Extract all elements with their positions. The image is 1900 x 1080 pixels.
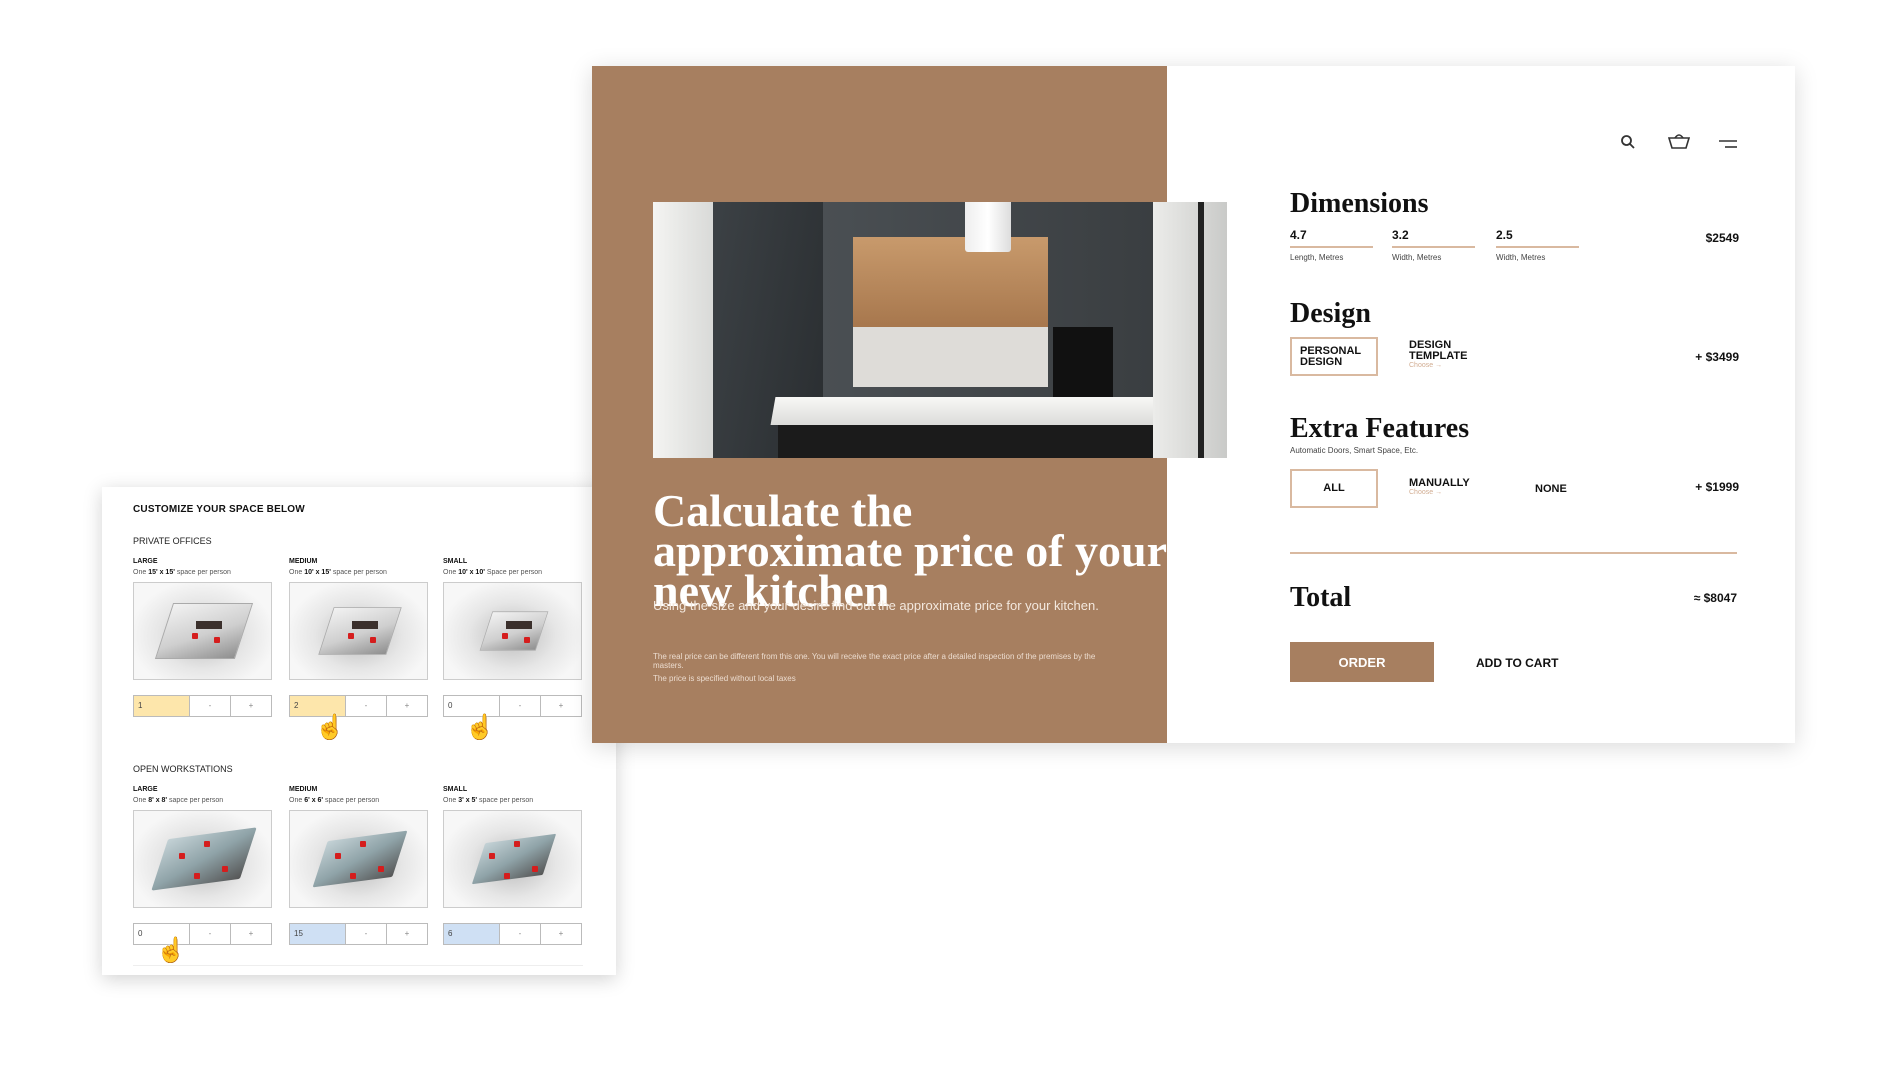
increment-button[interactable]: + xyxy=(540,924,581,944)
hand-cursor-icon: ☝ xyxy=(315,714,345,741)
size-label: LARGE xyxy=(133,558,158,565)
extras-heading: Extra Features xyxy=(1290,413,1470,444)
input-underline xyxy=(1496,246,1579,248)
design-heading: Design xyxy=(1290,298,1371,329)
dimension-label: Length, Metres xyxy=(1290,253,1344,262)
decrement-button[interactable]: - xyxy=(500,696,540,716)
decrement-button[interactable]: - xyxy=(190,696,230,716)
quantity-input[interactable]: 6 xyxy=(444,924,500,944)
size-label: MEDIUM xyxy=(289,786,318,793)
layout-thumbnail[interactable] xyxy=(443,810,582,908)
search-icon[interactable] xyxy=(1620,134,1636,150)
size-label: LARGE xyxy=(133,786,158,793)
quantity-input[interactable]: 1 xyxy=(134,696,190,716)
dimension-field[interactable]: 4.7 Length, Metres xyxy=(1290,228,1373,262)
input-underline xyxy=(1392,246,1475,248)
price-disclaimer: The real price can be different from thi… xyxy=(653,652,1096,670)
dimensions-price: $2549 xyxy=(1705,231,1739,245)
quantity-input[interactable]: 0 xyxy=(444,696,500,716)
kitchen-calculator-card: Calculate the approximate price of your … xyxy=(592,66,1795,743)
design-price: + $3499 xyxy=(1695,350,1739,364)
extras-price: + $1999 xyxy=(1695,480,1739,494)
hand-cursor-icon: ☝ xyxy=(465,714,495,741)
quantity-stepper: 6 - + xyxy=(443,923,582,945)
option-label: MANUALLY xyxy=(1409,477,1470,489)
layout-thumbnail[interactable] xyxy=(289,582,428,680)
layout-thumbnail[interactable] xyxy=(443,582,582,680)
customizer-title: CUSTOMIZE YOUR SPACE BELOW xyxy=(133,504,305,515)
quantity-input[interactable]: 15 xyxy=(290,924,346,944)
divider xyxy=(133,965,583,966)
dimension-input[interactable]: 2.5 xyxy=(1496,228,1579,242)
quantity-stepper: 15 - + xyxy=(289,923,428,945)
decrement-button[interactable]: - xyxy=(346,696,386,716)
decrement-button[interactable]: - xyxy=(346,924,386,944)
size-description: One 10' x 15' space per person xyxy=(289,569,387,576)
quantity-stepper: 0 - + xyxy=(133,923,272,945)
divider xyxy=(1290,552,1737,554)
hand-cursor-icon: ☝ xyxy=(156,937,186,964)
dimension-input[interactable]: 4.7 xyxy=(1290,228,1373,242)
choose-link[interactable]: Choose → xyxy=(1409,362,1479,369)
add-to-cart-button[interactable]: ADD TO CART xyxy=(1476,656,1558,670)
size-label: MEDIUM xyxy=(289,558,318,565)
total-label: Total xyxy=(1290,582,1352,613)
basket-icon[interactable] xyxy=(1667,132,1691,150)
space-customizer-card: CUSTOMIZE YOUR SPACE BELOW PRIVATE OFFIC… xyxy=(102,487,616,975)
increment-button[interactable]: + xyxy=(386,924,427,944)
extras-option-all[interactable]: ALL xyxy=(1290,469,1378,508)
kitchen-photo xyxy=(653,202,1227,458)
option-label: DESIGN TEMPLATE xyxy=(1409,339,1468,362)
order-button[interactable]: ORDER xyxy=(1290,642,1434,682)
quantity-stepper: 1 - + xyxy=(133,695,272,717)
dimension-label: Width, Metres xyxy=(1392,253,1442,262)
section-title: OPEN WORKSTATIONS xyxy=(133,764,233,774)
size-label: SMALL xyxy=(443,786,468,793)
menu-icon[interactable] xyxy=(1719,136,1737,148)
hero-headline: Calculate the approximate price of your … xyxy=(653,485,1167,616)
increment-button[interactable]: + xyxy=(386,696,427,716)
size-description: One 3' x 5' space per person xyxy=(443,797,534,804)
layout-thumbnail[interactable] xyxy=(133,810,272,908)
hero-subtitle: Using the size and your desire find out … xyxy=(653,598,1099,613)
section-title: PRIVATE OFFICES xyxy=(133,536,212,546)
input-underline xyxy=(1290,246,1373,248)
quantity-stepper: 2 - + xyxy=(289,695,428,717)
increment-button[interactable]: + xyxy=(230,696,271,716)
size-description: One 15' x 15' space per person xyxy=(133,569,231,576)
increment-button[interactable]: + xyxy=(230,924,271,944)
size-description: One 8' x 8' sapce per person xyxy=(133,797,224,804)
extras-subtitle: Automatic Doors, Smart Space, Etc. xyxy=(1290,446,1419,455)
dimension-label: Width, Metres xyxy=(1496,253,1546,262)
dimension-field[interactable]: 2.5 Width, Metres xyxy=(1496,228,1579,262)
decrement-button[interactable]: - xyxy=(190,924,230,944)
design-option-template[interactable]: DESIGN TEMPLATE Choose → xyxy=(1409,339,1479,370)
design-option-personal[interactable]: PERSONAL DESIGN xyxy=(1290,337,1378,376)
quantity-stepper: 0 - + xyxy=(443,695,582,717)
increment-button[interactable]: + xyxy=(540,696,581,716)
quantity-input[interactable]: 2 xyxy=(290,696,346,716)
extras-option-none[interactable]: NONE xyxy=(1535,484,1567,495)
option-label: PERSONAL DESIGN xyxy=(1300,344,1361,368)
size-description: One 6' x 6' space per person xyxy=(289,797,380,804)
choose-link[interactable]: Choose → xyxy=(1409,489,1470,496)
decrement-button[interactable]: - xyxy=(500,924,540,944)
option-label: ALL xyxy=(1323,482,1345,494)
dimension-input[interactable]: 3.2 xyxy=(1392,228,1475,242)
size-label: SMALL xyxy=(443,558,468,565)
size-description: One 10' x 10' Space per person xyxy=(443,569,543,576)
extras-option-manually[interactable]: MANUALLY Choose → xyxy=(1409,477,1470,497)
total-value: ≈ $8047 xyxy=(1693,591,1737,605)
tax-note: The price is specified without local tax… xyxy=(653,674,796,683)
layout-thumbnail[interactable] xyxy=(289,810,428,908)
dimensions-heading: Dimensions xyxy=(1290,188,1429,219)
dimension-field[interactable]: 3.2 Width, Metres xyxy=(1392,228,1475,262)
layout-thumbnail[interactable] xyxy=(133,582,272,680)
